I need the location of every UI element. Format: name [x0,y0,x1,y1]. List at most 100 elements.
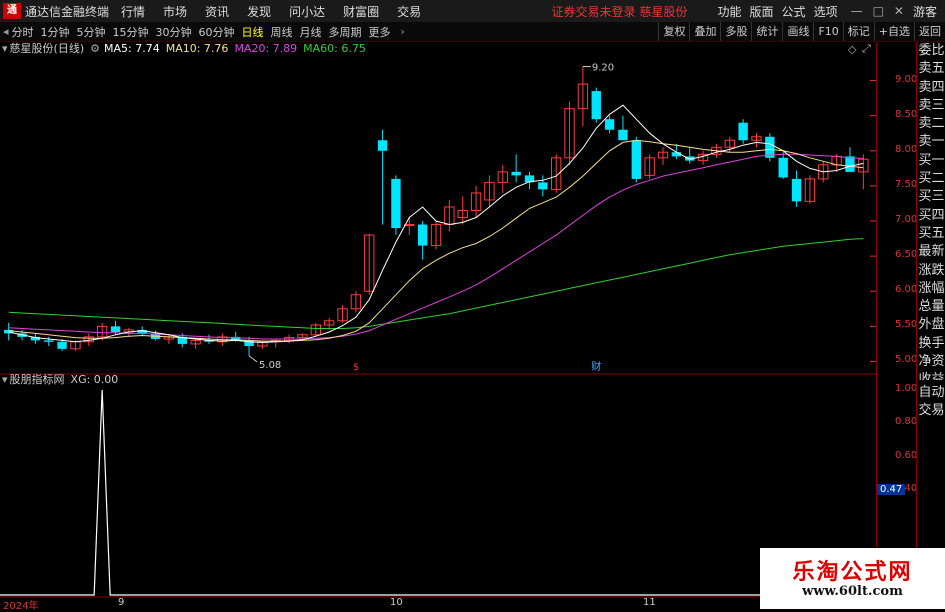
date-year: 2024年 [3,601,39,612]
price-tick-0: 9.00 [895,73,918,85]
period-30min[interactable]: 30分钟 [156,24,192,40]
candle-body-down [391,178,401,229]
menu-gongshi[interactable]: 公式 [782,3,806,20]
tool-tongji[interactable]: 统计 [751,22,782,41]
period-fenshi[interactable]: 分时 [12,24,34,40]
side-item-16[interactable]: 换手 [917,335,945,353]
trade-login-warning[interactable]: 证券交易未登录 [551,3,635,20]
period-15min[interactable]: 15分钟 [113,24,149,40]
side-item-2[interactable]: 卖四 [917,79,945,97]
indicator-info-line: ▾ 股朋指标网 XG: 0.00 [0,373,118,387]
side-item-4[interactable]: 卖二 [917,115,945,133]
price-tick-1: 8.50 [895,108,918,120]
high-label: 9.20 [592,63,614,74]
date-nov: 11 [643,597,656,608]
side-auto-trade-2[interactable]: 交易 [917,402,945,420]
side-item-15[interactable]: 外盘 [917,316,945,334]
side-auto-trade-1[interactable]: 自动 [917,384,945,402]
maximize-icon[interactable]: □ [873,4,884,18]
indicator-xg-value: XG: 0.00 [70,373,119,386]
indicator-collapse-icon[interactable]: ▾ [2,373,8,387]
tool-f10[interactable]: F10 [813,22,842,41]
candle-body-down [738,122,748,141]
indicator-current-value: 0.47 [877,484,906,495]
menu-jiaoyi[interactable]: 交易 [397,3,421,20]
menu-zixun[interactable]: 资讯 [205,3,229,20]
period-multi[interactable]: 多周期 [329,24,362,40]
price-axis: 9.00 8.50 8.00 7.50 7.00 6.50 6.00 5.50 5.00 1.00… [876,42,917,609]
quote-side-panel: 委比卖五卖四卖三卖二卖一买一买二买三买四买五最新涨跌涨幅总量外盘换手净资收益 [916,42,945,422]
close-icon[interactable]: ✕ [894,4,904,18]
low-pointer [248,355,258,363]
tool-duogu[interactable]: 多股 [720,22,751,41]
price-tick-7: 5.50 [895,319,918,331]
candle-body-down [538,182,548,190]
app-logo-icon: 通 [3,3,21,19]
date-axis: 2024年 9 10 11 [0,597,875,612]
event-marker-finance: 财 [591,360,601,373]
side-item-6[interactable]: 买一 [917,152,945,170]
menu-xuanxiang[interactable]: 选项 [814,3,838,20]
candle-body-down [511,171,521,176]
side-item-10[interactable]: 买五 [917,225,945,243]
tool-diejia[interactable]: 叠加 [689,22,720,41]
side-item-12[interactable]: 涨跌 [917,262,945,280]
side-item-11[interactable]: 最新 [917,243,945,261]
side-item-0[interactable]: 委比 [917,42,945,60]
period-monthly[interactable]: 月线 [300,24,322,40]
side-item-14[interactable]: 总量 [917,298,945,316]
candle-body-down [631,140,641,179]
ind-tick-0: 1.00 [895,383,918,394]
side-item-5[interactable]: 卖一 [917,133,945,151]
side-item-8[interactable]: 买三 [917,188,945,206]
candle-body-down [44,340,54,342]
date-sep: 9 [118,597,125,608]
price-tick-4: 7.00 [895,214,918,226]
menu-gongneng[interactable]: 功能 [718,3,742,20]
minimize-icon[interactable]: — [851,4,863,18]
menu-caifuquan[interactable]: 财富圈 [343,3,379,20]
date-oct: 10 [390,597,403,608]
tool-add-watchlist[interactable]: +自选 [873,22,914,41]
kline-chart[interactable]: 9.20 5.08 $ 财 [0,42,876,609]
side-item-13[interactable]: 涨幅 [917,280,945,298]
tool-biaoji[interactable]: 标记 [842,22,874,41]
period-60min[interactable]: 60分钟 [199,24,235,40]
indicator-name: 股朋指标网 [9,373,65,386]
price-tick-5: 6.50 [895,249,918,261]
watermark-url: www.60lt.com [802,584,903,599]
tool-back[interactable]: 返回 [914,22,945,41]
low-label: 5.08 [259,360,281,371]
ind-tick-2: 0.60 [895,449,918,461]
price-tick-8: 5.00 [895,354,918,366]
menu-wenxiaoda[interactable]: 问小达 [289,3,325,20]
side-item-1[interactable]: 卖五 [917,60,945,78]
candle-body-down [618,129,628,141]
side-item-3[interactable]: 卖三 [917,97,945,115]
period-more[interactable]: 更多 [369,24,391,40]
event-marker-dollar: $ [353,362,359,373]
period-1min[interactable]: 1分钟 [41,24,70,40]
side-item-7[interactable]: 买二 [917,170,945,188]
candle-body-down [110,326,121,332]
app-name: 通达信金融终端 [25,4,110,19]
period-daily[interactable]: 日线 [242,24,264,40]
menu-hangqing[interactable]: 行情 [121,3,145,20]
menu-banmian[interactable]: 版面 [750,3,774,20]
toolbar-left-arrow-icon[interactable]: ◂ [3,25,9,38]
candle-body-down [57,341,67,349]
tool-fuquan[interactable]: 复权 [658,22,689,41]
candle-body-down [845,156,855,172]
menu-shichang[interactable]: 市场 [163,3,187,20]
side-item-9[interactable]: 买四 [917,207,945,225]
side-item-17[interactable]: 净资 [917,353,945,371]
watermark-logo: 乐淘公式网 www.60lt.com [760,548,945,609]
price-tick-3: 7.50 [895,178,918,190]
guest-label[interactable]: 游客 [913,3,937,20]
menu-faxian[interactable]: 发现 [247,3,271,20]
period-5min[interactable]: 5分钟 [77,24,106,40]
period-weekly[interactable]: 周线 [271,24,293,40]
current-stock-name: 慈星股份 [639,4,688,19]
tool-huaxian[interactable]: 画线 [782,22,813,41]
more-chevron-icon[interactable]: › [401,25,405,38]
